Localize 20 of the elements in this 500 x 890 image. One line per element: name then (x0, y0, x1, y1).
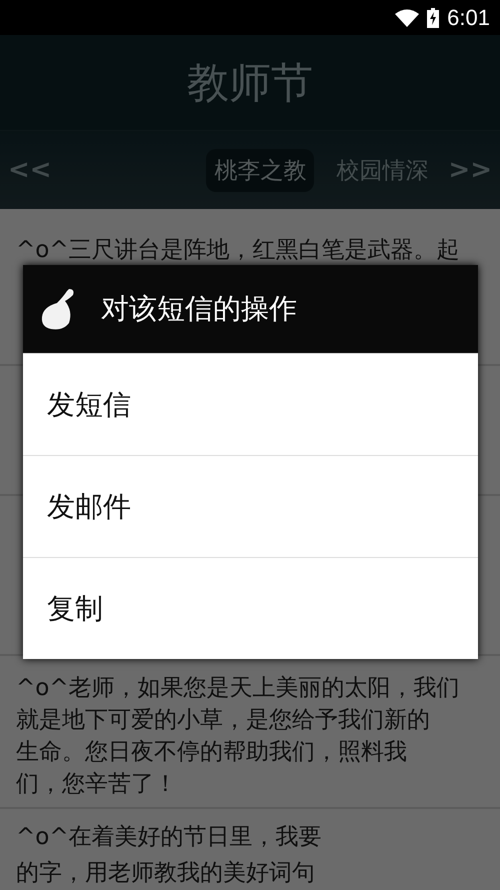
message-text: 们，您辛苦了！ (16, 770, 178, 799)
message-text: ^o^在着美好的节日里，我要 (16, 823, 323, 852)
message-text: 生命。您日夜不停的帮助我们，照料我 (16, 738, 408, 767)
message-card[interactable]: ^o^在着美好的节日里，我要 的字，用老师教我的美好词句 (0, 809, 500, 890)
battery-charging-icon (427, 8, 440, 28)
wifi-icon (395, 8, 420, 26)
tab[interactable]: 校园情深 (328, 148, 436, 192)
message-text: 的字，用老师教我的美好词句 (16, 859, 316, 888)
clock-time: 6:01 (447, 4, 490, 30)
menu-option[interactable]: 发邮件 (23, 455, 478, 557)
previous-button[interactable]: << (8, 155, 52, 185)
message-text: ^o^老师，如果您是天上美丽的太阳，我们 (16, 674, 461, 703)
message-text: 就是地下可爱的小草，是您给予我们新的 (16, 706, 431, 735)
menu-option[interactable]: 发短信 (23, 353, 478, 455)
app-title: 教师节 (187, 56, 313, 108)
next-button[interactable]: >> (448, 155, 492, 185)
tab[interactable]: 桃李之教 (206, 148, 314, 192)
menu-option[interactable]: 复制 (23, 557, 478, 659)
message-text: ^o^三尺讲台是阵地，红黑白笔是武器。起 (16, 236, 461, 265)
dialog-title: 对该短信的操作 (101, 291, 297, 327)
